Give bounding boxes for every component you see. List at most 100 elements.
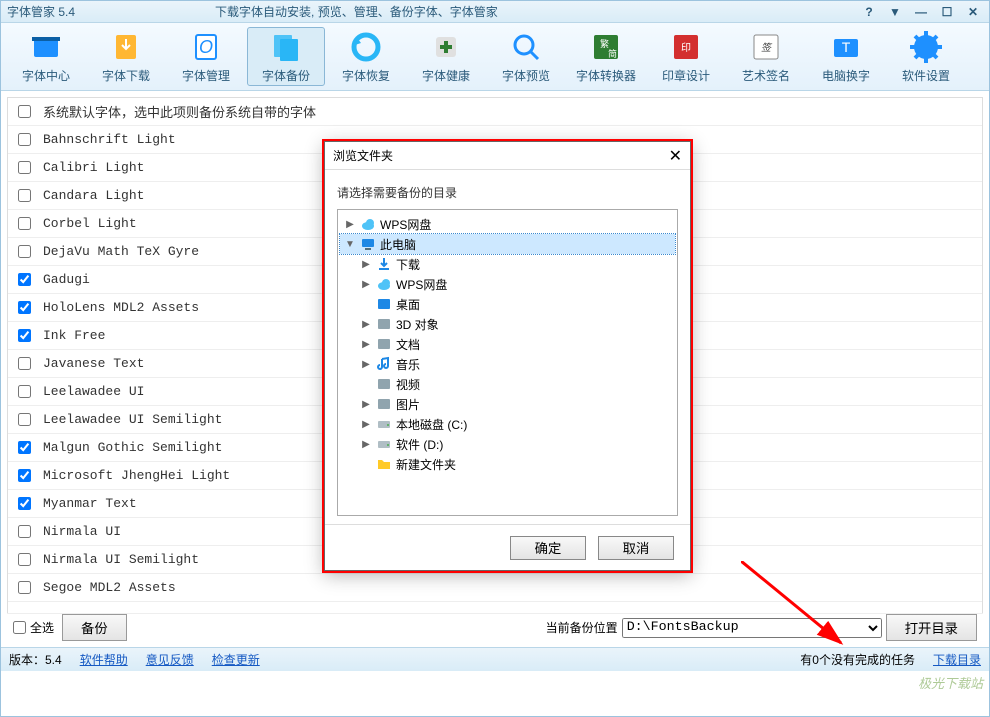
tool-seal[interactable]: 印印章设计 — [647, 27, 725, 86]
tool-convert[interactable]: 繁简字体转换器 — [567, 27, 645, 86]
tree-node[interactable]: ▼此电脑 — [340, 234, 675, 254]
font-checkbox[interactable] — [18, 301, 31, 314]
feedback-link[interactable]: 意见反馈 — [146, 651, 194, 668]
manage-icon: O — [188, 29, 224, 65]
help-icon[interactable]: ? — [859, 4, 879, 20]
font-checkbox[interactable] — [18, 497, 31, 510]
tool-manage[interactable]: O 字体管理 — [167, 27, 245, 86]
expand-icon[interactable]: ▶ — [360, 259, 372, 270]
download-dir-link[interactable]: 下载目录 — [933, 651, 981, 668]
font-checkbox[interactable] — [18, 161, 31, 174]
font-checkbox[interactable] — [18, 189, 31, 202]
tool-download[interactable]: 字体下载 — [87, 27, 165, 86]
location-select[interactable]: D:\FontsBackup — [622, 618, 882, 638]
tree-node[interactable]: 桌面 — [340, 294, 675, 314]
cancel-button[interactable]: 取消 — [598, 536, 674, 560]
tool-backup[interactable]: 字体备份 — [247, 27, 325, 86]
font-row[interactable]: 系统默认字体，选中此项则备份系统自带的字体 — [8, 98, 982, 126]
tree-node[interactable]: ▶WPS网盘 — [340, 214, 675, 234]
tool-swap[interactable]: T 电脑换字 — [807, 27, 885, 86]
dialog-close-icon[interactable]: ✕ — [669, 146, 682, 166]
toolbar: 字体中心字体下载 O 字体管理 字体备份字体恢复字体健康字体预览繁简字体转换器印印章设… — [1, 23, 989, 91]
font-checkbox[interactable] — [18, 105, 31, 118]
font-checkbox[interactable] — [18, 581, 31, 594]
tool-preview[interactable]: 字体预览 — [487, 27, 565, 86]
minimize-icon[interactable]: — — [911, 4, 931, 20]
font-checkbox[interactable] — [18, 217, 31, 230]
font-checkbox[interactable] — [18, 273, 31, 286]
font-checkbox[interactable] — [18, 357, 31, 370]
tool-sign[interactable]: 签艺术签名 — [727, 27, 805, 86]
tool-label: 字体转换器 — [576, 67, 636, 84]
backup-button[interactable]: 备份 — [62, 614, 127, 641]
tasks-label: 有0个没有完成的任务 — [800, 651, 915, 668]
expand-icon[interactable]: ▶ — [360, 339, 372, 350]
tool-label: 字体管理 — [182, 67, 230, 84]
tree-label: 3D 对象 — [396, 316, 439, 333]
tree-node[interactable]: ▶ 下载 — [340, 254, 675, 274]
expand-icon[interactable]: ▶ — [360, 419, 372, 430]
tool-health[interactable]: 字体健康 — [407, 27, 485, 86]
tree-node[interactable]: ▶软件 (D:) — [340, 434, 675, 454]
close-icon[interactable]: ✕ — [963, 4, 983, 20]
font-name: Candara Light — [43, 188, 144, 203]
expand-icon[interactable]: ▼ — [344, 239, 356, 250]
font-name: Nirmala UI — [43, 524, 121, 539]
font-checkbox[interactable] — [18, 413, 31, 426]
tree-label: 本地磁盘 (C:) — [396, 416, 467, 433]
tree-node[interactable]: ▶图片 — [340, 394, 675, 414]
expand-icon[interactable]: ▶ — [360, 279, 372, 290]
sign-icon: 签 — [748, 29, 784, 65]
font-checkbox[interactable] — [18, 441, 31, 454]
font-row[interactable]: Segoe MDL2 Assets — [8, 574, 982, 602]
preview-icon — [508, 29, 544, 65]
tree-node[interactable]: 新建文件夹 — [340, 454, 675, 474]
font-name: Bahnschrift Light — [43, 132, 176, 147]
tree-node[interactable]: ▶ 音乐 — [340, 354, 675, 374]
video-icon — [376, 376, 392, 392]
font-checkbox[interactable] — [18, 385, 31, 398]
tool-settings[interactable]: 软件设置 — [887, 27, 965, 86]
font-name: Myanmar Text — [43, 496, 137, 511]
tool-restore[interactable]: 字体恢复 — [327, 27, 405, 86]
expand-icon[interactable]: ▶ — [360, 439, 372, 450]
tree-node[interactable]: ▶文档 — [340, 334, 675, 354]
font-checkbox[interactable] — [18, 469, 31, 482]
font-checkbox[interactable] — [18, 133, 31, 146]
folder-tree[interactable]: ▶WPS网盘▼此电脑▶下载▶WPS网盘桌面▶3D 对象▶文档▶音乐视频▶图片▶本… — [337, 209, 678, 516]
ok-button[interactable]: 确定 — [510, 536, 586, 560]
select-all-checkbox[interactable]: 全选 — [13, 619, 54, 636]
font-checkbox[interactable] — [18, 553, 31, 566]
expand-icon[interactable]: ▶ — [360, 319, 372, 330]
tool-label: 字体备份 — [262, 67, 310, 84]
tool-center[interactable]: 字体中心 — [7, 27, 85, 86]
watermark: 极光下载站 — [918, 673, 983, 692]
expand-icon[interactable]: ▶ — [344, 219, 356, 230]
update-link[interactable]: 检查更新 — [212, 651, 260, 668]
font-checkbox[interactable] — [18, 329, 31, 342]
font-name: Nirmala UI Semilight — [43, 552, 199, 567]
tree-node[interactable]: ▶ 3D 对象 — [340, 314, 675, 334]
titlebar: 字体管家 5.4 下载字体自动安装, 预览、管理、备份字体、字体管家 ? ▼ —… — [1, 1, 989, 23]
tree-node[interactable]: 视频 — [340, 374, 675, 394]
tree-label: 视频 — [396, 376, 420, 393]
expand-icon[interactable]: ▶ — [360, 399, 372, 410]
tree-label: WPS网盘 — [396, 276, 447, 293]
folder-icon — [376, 456, 392, 472]
maximize-icon[interactable]: ☐ — [937, 4, 957, 20]
dropdown-icon[interactable]: ▼ — [885, 4, 905, 20]
tree-node[interactable]: ▶ WPS网盘 — [340, 274, 675, 294]
font-checkbox[interactable] — [18, 245, 31, 258]
help-link[interactable]: 软件帮助 — [80, 651, 128, 668]
font-checkbox[interactable] — [18, 525, 31, 538]
select-all-input[interactable] — [13, 621, 26, 634]
version-label: 版本：5.4 — [9, 651, 62, 668]
swap-icon: T — [828, 29, 864, 65]
open-dir-button[interactable]: 打开目录 — [886, 614, 977, 641]
font-name: Ink Free — [43, 328, 105, 343]
tree-label: 下载 — [396, 256, 420, 273]
tree-node[interactable]: ▶ 本地磁盘 (C:) — [340, 414, 675, 434]
expand-icon[interactable]: ▶ — [360, 359, 372, 370]
tree-label: 音乐 — [396, 356, 420, 373]
tool-label: 电脑换字 — [822, 67, 870, 84]
